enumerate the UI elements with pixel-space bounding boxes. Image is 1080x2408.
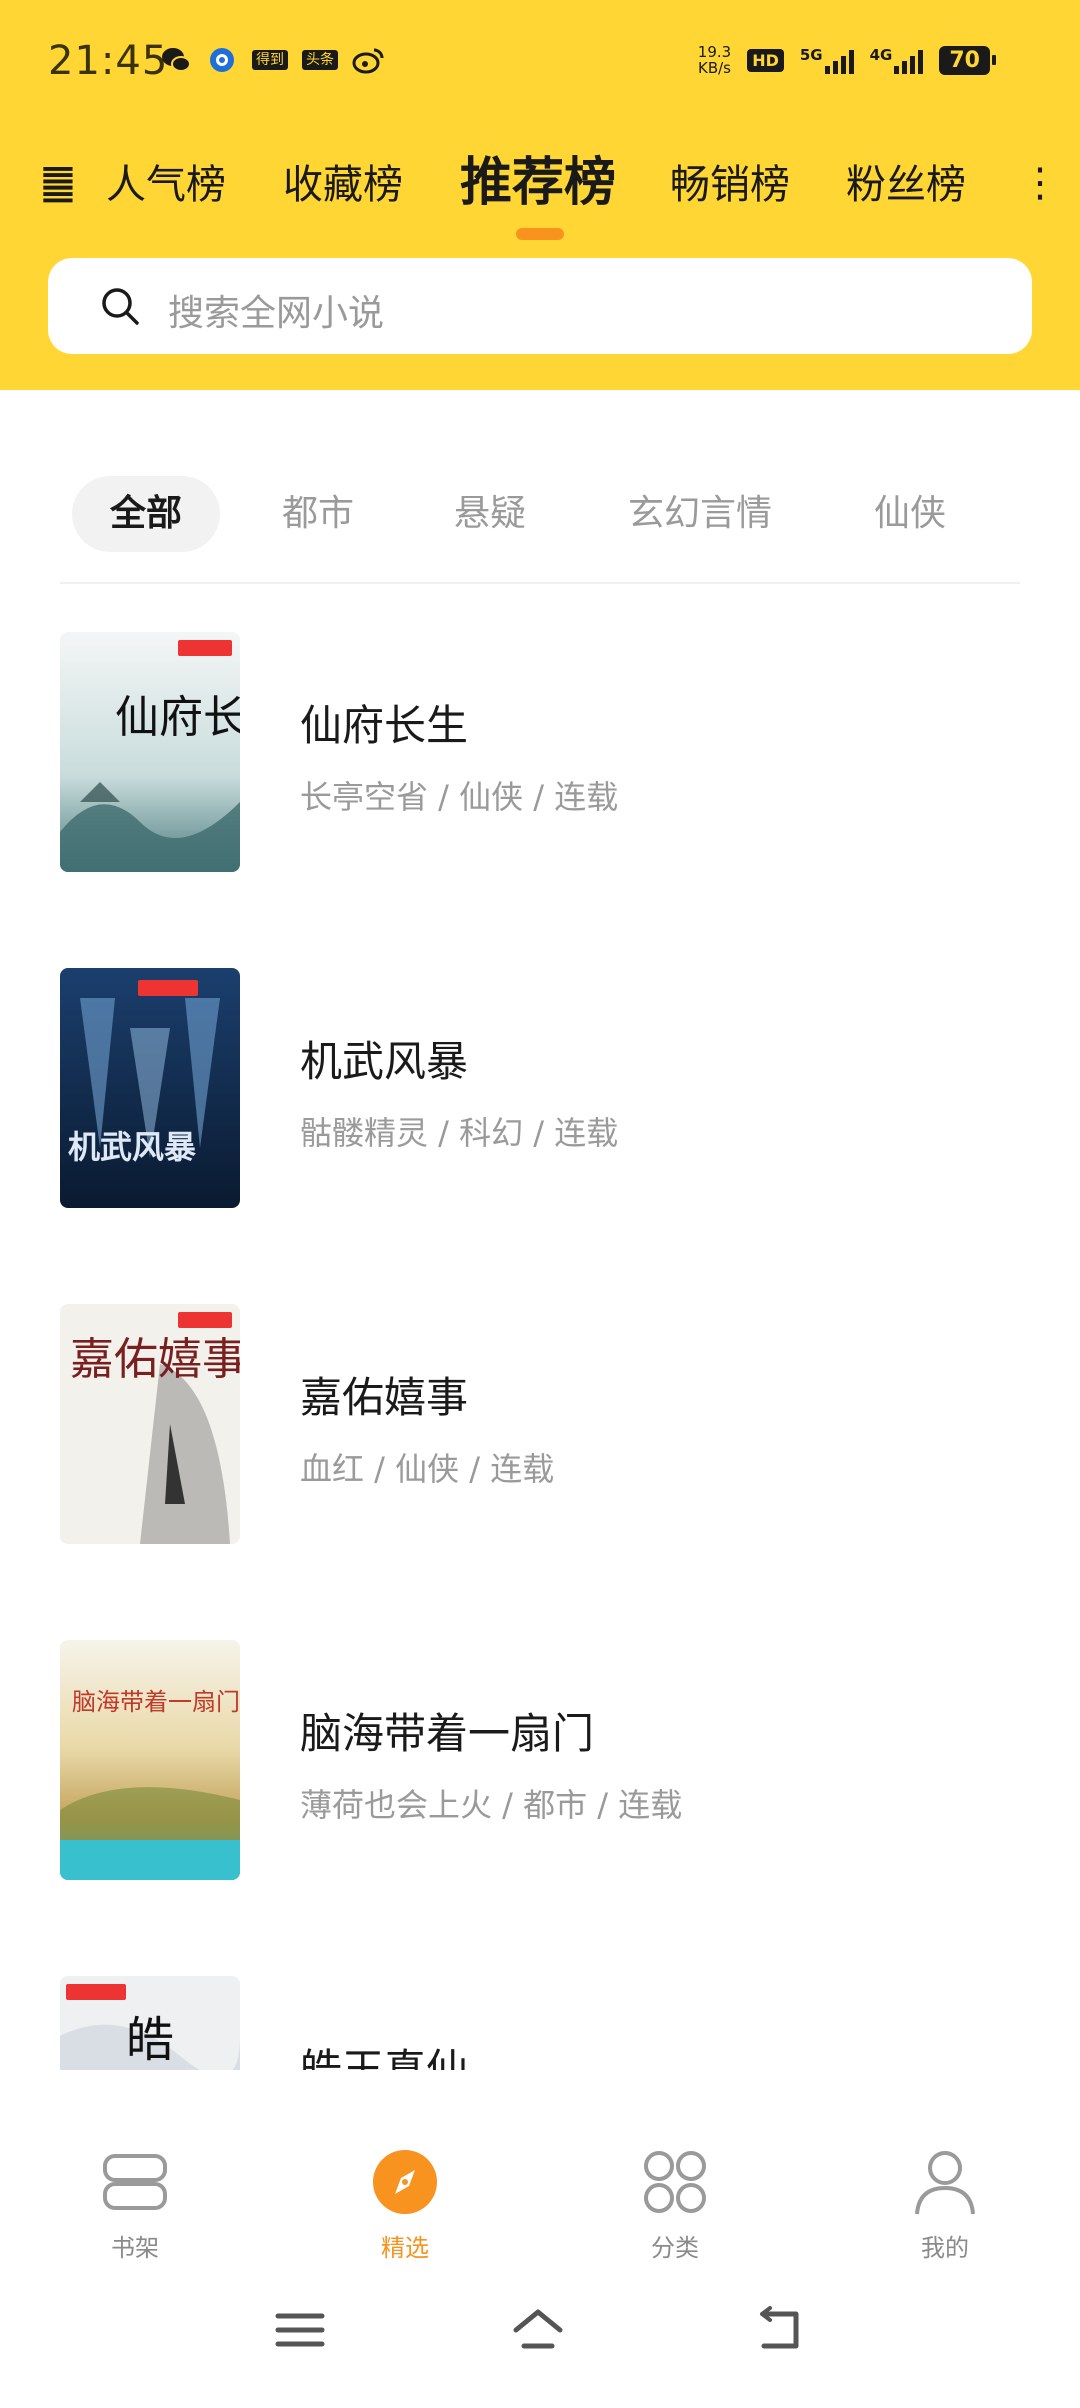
chip-xianxia[interactable]: 仙侠 bbox=[862, 476, 958, 552]
book-meta: 血红 / 仙侠 / 连载 bbox=[300, 1450, 555, 1488]
book-item[interactable]: 仙府长生 仙府长生 长亭空省 / 仙侠 / 连载 bbox=[0, 630, 1080, 872]
system-nav-bar bbox=[0, 2260, 1080, 2408]
hd-voice-icon: HD bbox=[747, 48, 784, 72]
book-cover[interactable]: 脑海带着一扇门 bbox=[60, 1640, 240, 1880]
app-root: 21:45 得到 头条 19.3 KB/s HD 5G 4G 70 ䷀ 人气榜 … bbox=[0, 0, 1080, 2408]
nav-category[interactable]: 分类 bbox=[605, 2146, 745, 2263]
status-app-icons: 得到 头条 bbox=[160, 44, 384, 76]
book-title: 嘉佑嬉事 bbox=[300, 1373, 469, 1422]
book-item[interactable]: 机武风暴 机武风暴 骷髅精灵 / 科幻 / 连载 bbox=[0, 966, 1080, 1208]
book-meta: 骷髅精灵 / 科幻 / 连载 bbox=[300, 1114, 619, 1152]
compass-icon bbox=[373, 2150, 437, 2214]
search-icon bbox=[102, 288, 139, 325]
book-list: 仙府长生 仙府长生 长亭空省 / 仙侠 / 连载 机武风暴 机武风暴 骷髅精灵 … bbox=[0, 630, 1080, 2070]
status-time: 21:45 bbox=[48, 38, 169, 84]
signal-4g-icon: 4G bbox=[870, 46, 924, 74]
chip-urban[interactable]: 都市 bbox=[270, 476, 366, 552]
book-cover[interactable]: 嘉佑嬉事 bbox=[60, 1304, 240, 1544]
tab-overflow-right-icon: ⋮ bbox=[1020, 160, 1060, 206]
dedao-icon: 得到 bbox=[252, 50, 288, 70]
nav-profile[interactable]: 我的 bbox=[875, 2146, 1015, 2263]
cover-title: 机武风暴 bbox=[68, 1129, 196, 1165]
cover-title: 嘉佑嬉事 bbox=[70, 1335, 240, 1384]
battery-icon: 70 bbox=[939, 45, 996, 75]
tab-favorites[interactable]: 收藏榜 bbox=[283, 152, 403, 210]
home-icon[interactable] bbox=[510, 2302, 566, 2358]
status-system-icons: 19.3 KB/s HD 5G 4G 70 bbox=[697, 43, 996, 77]
header: 21:45 得到 头条 19.3 KB/s HD 5G 4G 70 ䷀ 人气榜 … bbox=[0, 0, 1080, 390]
book-cover[interactable]: 仙府长生 bbox=[60, 632, 240, 872]
profile-icon bbox=[915, 2151, 975, 2215]
bookshelf-icon bbox=[103, 2154, 167, 2210]
tab-recommend[interactable]: 推荐榜 bbox=[460, 140, 616, 215]
book-title: 脑海带着一扇门 bbox=[300, 1709, 595, 1758]
category-chips: 全部 都市 悬疑 玄幻言情 仙侠 bbox=[0, 476, 1080, 556]
chip-suspense[interactable]: 悬疑 bbox=[442, 476, 538, 552]
book-meta: 长亭空省 / 仙侠 / 连载 bbox=[300, 778, 619, 816]
wechat-icon bbox=[160, 44, 192, 76]
weibo-icon bbox=[352, 44, 384, 76]
tab-fans[interactable]: 粉丝榜 bbox=[846, 152, 966, 210]
book-meta: 薄荷也会上火 / 都市 / 连载 bbox=[300, 1786, 683, 1824]
active-tab-indicator bbox=[516, 228, 564, 240]
cover-title: 皓 bbox=[126, 2014, 174, 2067]
signal-5g-icon: 5G bbox=[800, 46, 854, 74]
toutiao-icon: 头条 bbox=[302, 50, 338, 70]
book-title: 机武风暴 bbox=[300, 1037, 469, 1086]
cover-title: 脑海带着一扇门 bbox=[72, 1689, 240, 1716]
book-item[interactable]: 皓 皓玉真仙 bbox=[0, 1974, 1080, 2070]
browser-icon bbox=[206, 44, 238, 76]
tab-bestseller[interactable]: 畅销榜 bbox=[670, 152, 790, 210]
nav-bookshelf[interactable]: 书架 bbox=[65, 2146, 205, 2263]
nav-featured[interactable]: 精选 bbox=[335, 2146, 475, 2263]
book-item[interactable]: 脑海带着一扇门 脑海带着一扇门 薄荷也会上火 / 都市 / 连载 bbox=[0, 1638, 1080, 1880]
cover-title: 仙府长生 bbox=[115, 693, 240, 742]
book-item[interactable]: 嘉佑嬉事 嘉佑嬉事 血红 / 仙侠 / 连载 bbox=[0, 1302, 1080, 1544]
chip-all[interactable]: 全部 bbox=[72, 476, 220, 552]
book-cover[interactable]: 机武风暴 bbox=[60, 968, 240, 1208]
book-title: 皓玉真仙 bbox=[300, 2045, 469, 2070]
divider bbox=[60, 582, 1020, 584]
back-icon[interactable] bbox=[752, 2302, 808, 2358]
net-speed: 19.3 KB/s bbox=[697, 43, 732, 77]
book-cover[interactable]: 皓 bbox=[60, 1976, 240, 2070]
rank-tabs: 人气榜 收藏榜 推荐榜 畅销榜 粉丝榜 bbox=[0, 140, 1080, 220]
chip-fantasy-romance[interactable]: 玄幻言情 bbox=[620, 476, 780, 552]
menu-icon[interactable] bbox=[272, 2302, 328, 2358]
bottom-nav: 书架 精选 分类 我的 bbox=[0, 2070, 1080, 2263]
tab-popular[interactable]: 人气榜 bbox=[106, 152, 226, 210]
category-icon bbox=[644, 2151, 706, 2213]
status-bar: 21:45 得到 头条 19.3 KB/s HD 5G 4G 70 bbox=[0, 0, 1080, 130]
search-bar[interactable]: 搜索全网小说 bbox=[48, 258, 1032, 354]
search-input[interactable]: 搜索全网小说 bbox=[168, 284, 384, 336]
book-title: 仙府长生 bbox=[300, 701, 469, 750]
